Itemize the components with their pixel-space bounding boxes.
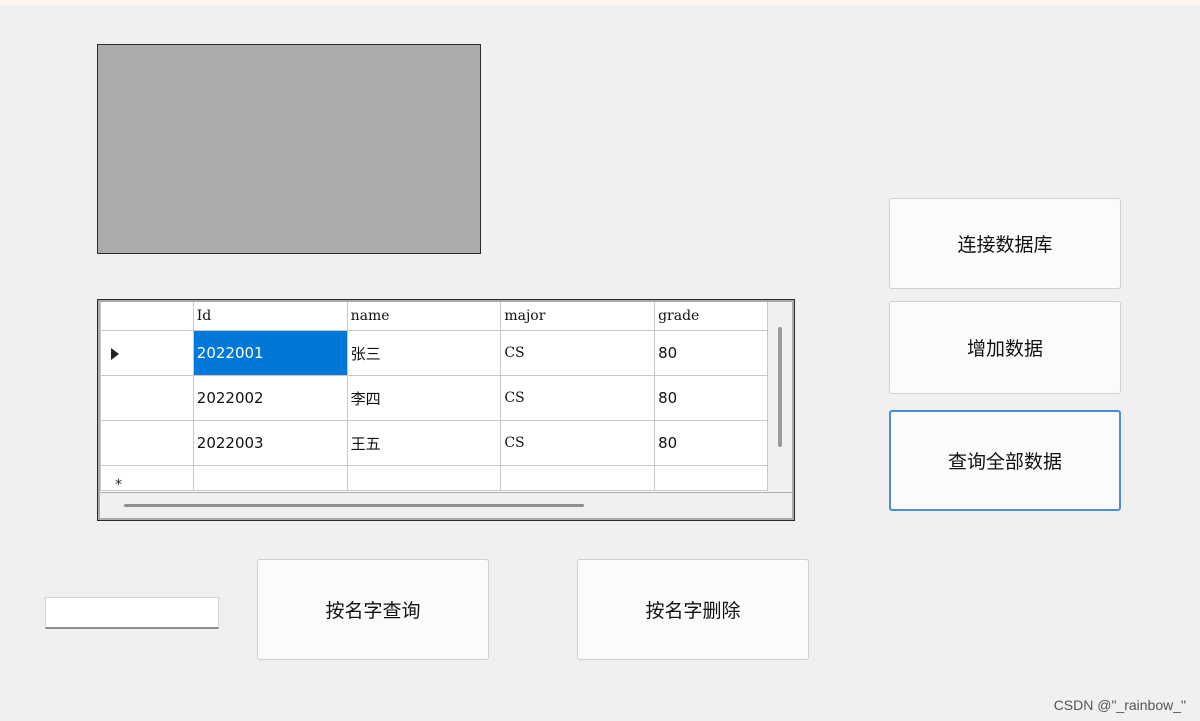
cell-grade[interactable]: 80 bbox=[654, 375, 768, 421]
table-row[interactable]: 2022002 李四 CS 80 bbox=[100, 375, 768, 421]
new-row-star-icon: * bbox=[115, 477, 122, 491]
new-cell[interactable] bbox=[500, 465, 656, 491]
header-row: Id name major grade bbox=[100, 302, 768, 331]
cell-name[interactable]: 李四 bbox=[346, 375, 502, 421]
query-all-button[interactable]: 查询全部数据 bbox=[889, 410, 1121, 511]
current-row-arrow-icon bbox=[111, 348, 119, 360]
column-header-major[interactable]: major bbox=[500, 302, 656, 331]
column-header-id[interactable]: Id bbox=[192, 302, 348, 331]
delete-by-name-button[interactable]: 按名字删除 bbox=[577, 559, 809, 660]
row-header-current[interactable] bbox=[100, 330, 194, 376]
cell-name[interactable]: 王五 bbox=[346, 420, 502, 466]
vertical-scroll-thumb[interactable] bbox=[778, 327, 782, 447]
name-input[interactable] bbox=[45, 597, 219, 629]
horizontal-scroll-thumb[interactable] bbox=[124, 504, 584, 507]
cell-major[interactable]: CS bbox=[500, 375, 656, 421]
column-header-name[interactable]: name bbox=[346, 302, 502, 331]
cell-name[interactable]: 张三 bbox=[346, 330, 502, 376]
new-cell[interactable] bbox=[654, 465, 768, 491]
horizontal-scrollbar[interactable] bbox=[100, 493, 792, 518]
new-cell[interactable] bbox=[346, 465, 502, 491]
new-cell[interactable] bbox=[192, 465, 348, 491]
picture-box bbox=[97, 44, 481, 254]
cell-major[interactable]: CS bbox=[500, 330, 656, 376]
row-header-corner bbox=[100, 302, 194, 331]
vertical-scrollbar[interactable] bbox=[768, 302, 792, 492]
new-row[interactable]: * bbox=[100, 465, 768, 491]
cell-id[interactable]: 2022002 bbox=[192, 375, 348, 421]
cell-id[interactable]: 2022003 bbox=[192, 420, 348, 466]
column-header-grade[interactable]: grade bbox=[654, 302, 768, 331]
row-header-new[interactable]: * bbox=[100, 465, 194, 491]
cell-grade[interactable]: 80 bbox=[654, 330, 768, 376]
watermark: CSDN @"_rainbow_" bbox=[1053, 697, 1186, 713]
connect-database-button[interactable]: 连接数据库 bbox=[889, 198, 1121, 289]
table-row[interactable]: 2022003 王五 CS 80 bbox=[100, 420, 768, 466]
cell-grade[interactable]: 80 bbox=[654, 420, 768, 466]
cell-major[interactable]: CS bbox=[500, 420, 656, 466]
table-row[interactable]: 2022001 张三 CS 80 bbox=[100, 330, 768, 376]
data-grid-table: Id name major grade 2022001 张三 CS 80 202… bbox=[100, 302, 768, 491]
row-header[interactable] bbox=[100, 420, 194, 466]
add-data-button[interactable]: 增加数据 bbox=[889, 301, 1121, 394]
cell-id[interactable]: 2022001 bbox=[192, 330, 348, 376]
window-top-strip bbox=[0, 0, 1200, 5]
data-grid[interactable]: Id name major grade 2022001 张三 CS 80 202… bbox=[97, 299, 795, 521]
data-grid-body: Id name major grade 2022001 张三 CS 80 202… bbox=[100, 302, 768, 492]
row-header[interactable] bbox=[100, 375, 194, 421]
query-by-name-button[interactable]: 按名字查询 bbox=[257, 559, 489, 660]
